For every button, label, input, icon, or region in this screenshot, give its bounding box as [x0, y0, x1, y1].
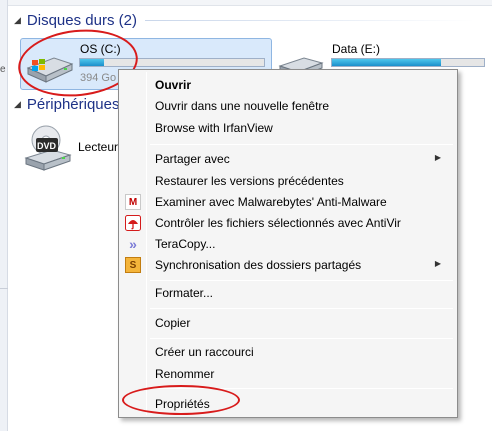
- drive-e-usage-fill: [332, 59, 442, 66]
- malwarebytes-icon: M: [125, 194, 141, 210]
- menu-separator: [150, 338, 453, 339]
- menu-separator: [150, 144, 453, 145]
- teracopy-icon: »: [129, 236, 137, 252]
- menu-item-malwarebytes[interactable]: M Examiner avec Malwarebytes' Anti-Malwa…: [121, 191, 455, 213]
- menu-item-label: Ouvrir dans une nouvelle fenêtre: [155, 99, 330, 113]
- menu-item-restore-versions[interactable]: Restaurer les versions précédentes: [121, 170, 455, 192]
- device-dvd-name: Lecteur: [78, 140, 119, 154]
- submenu-arrow-icon: ▶: [434, 153, 441, 162]
- menu-item-label: Partager avec: [155, 152, 230, 166]
- menu-item-rename[interactable]: Renommer: [121, 363, 455, 385]
- submenu-arrow-icon: ▶: [434, 259, 441, 268]
- menu-item-teracopy[interactable]: » TeraCopy...: [121, 233, 455, 255]
- menu-separator: [150, 280, 453, 281]
- group-header-devices[interactable]: ◢ Périphériques: [14, 96, 119, 113]
- menu-item-label: Formater...: [155, 286, 214, 300]
- menu-item-create-shortcut[interactable]: Créer un raccourci: [121, 341, 455, 363]
- nav-pane-clipped-text: e: [0, 64, 6, 75]
- collapse-triangle-icon[interactable]: ◢: [14, 15, 21, 26]
- menu-item-label: Contrôler les fichiers sélectionnés avec…: [155, 216, 401, 230]
- antivir-umbrella-icon: [125, 215, 141, 231]
- menu-item-antivir[interactable]: Contrôler les fichiers sélectionnés avec…: [121, 212, 455, 234]
- menu-item-share-with[interactable]: Partager avec ▶: [121, 148, 455, 170]
- menu-item-label: Copier: [155, 316, 191, 330]
- menu-item-open-new-window[interactable]: Ouvrir dans une nouvelle fenêtre: [121, 95, 455, 117]
- annotation-circle-properties: [122, 385, 240, 415]
- group-label-devices: Périphériques: [26, 96, 120, 113]
- dvd-badge: DVD: [37, 141, 57, 151]
- navigation-pane-edge: e: [0, 0, 8, 431]
- menu-item-format[interactable]: Formater...: [121, 282, 455, 304]
- top-divider: [8, 0, 492, 6]
- drive-e-usage-bar: [331, 58, 485, 67]
- menu-item-copy[interactable]: Copier: [121, 312, 455, 334]
- menu-item-sync-shared-folders[interactable]: S Synchronisation des dossiers partagés …: [121, 254, 455, 276]
- menu-separator: [150, 308, 453, 309]
- menu-item-open[interactable]: Ouvrir: [121, 74, 455, 96]
- group-label-hard-drives: Disques durs (2): [26, 12, 137, 29]
- menu-item-label: Créer un raccourci: [155, 345, 254, 359]
- menu-item-label: Examiner avec Malwarebytes' Anti-Malware: [155, 195, 387, 209]
- group-header-hard-drives[interactable]: ◢ Disques durs (2): [14, 12, 475, 29]
- menu-item-browse-irfanview[interactable]: Browse with IrfanView: [121, 117, 455, 139]
- nav-pane-divider: [0, 288, 8, 289]
- context-menu: Ouvrir Ouvrir dans une nouvelle fenêtre …: [118, 69, 458, 418]
- drive-e-name: Data (E:): [332, 42, 381, 56]
- menu-item-label: Ouvrir: [155, 78, 192, 92]
- menu-item-label: TeraCopy...: [155, 237, 216, 251]
- menu-item-label: Renommer: [155, 367, 215, 381]
- menu-item-label: Synchronisation des dossiers partagés: [155, 258, 362, 272]
- sync-folders-icon: S: [125, 257, 141, 273]
- collapse-triangle-icon[interactable]: ◢: [14, 99, 21, 110]
- menu-item-label: Restaurer les versions précédentes: [155, 174, 344, 188]
- group-header-rule: [144, 20, 475, 21]
- menu-item-label: Browse with IrfanView: [155, 121, 273, 135]
